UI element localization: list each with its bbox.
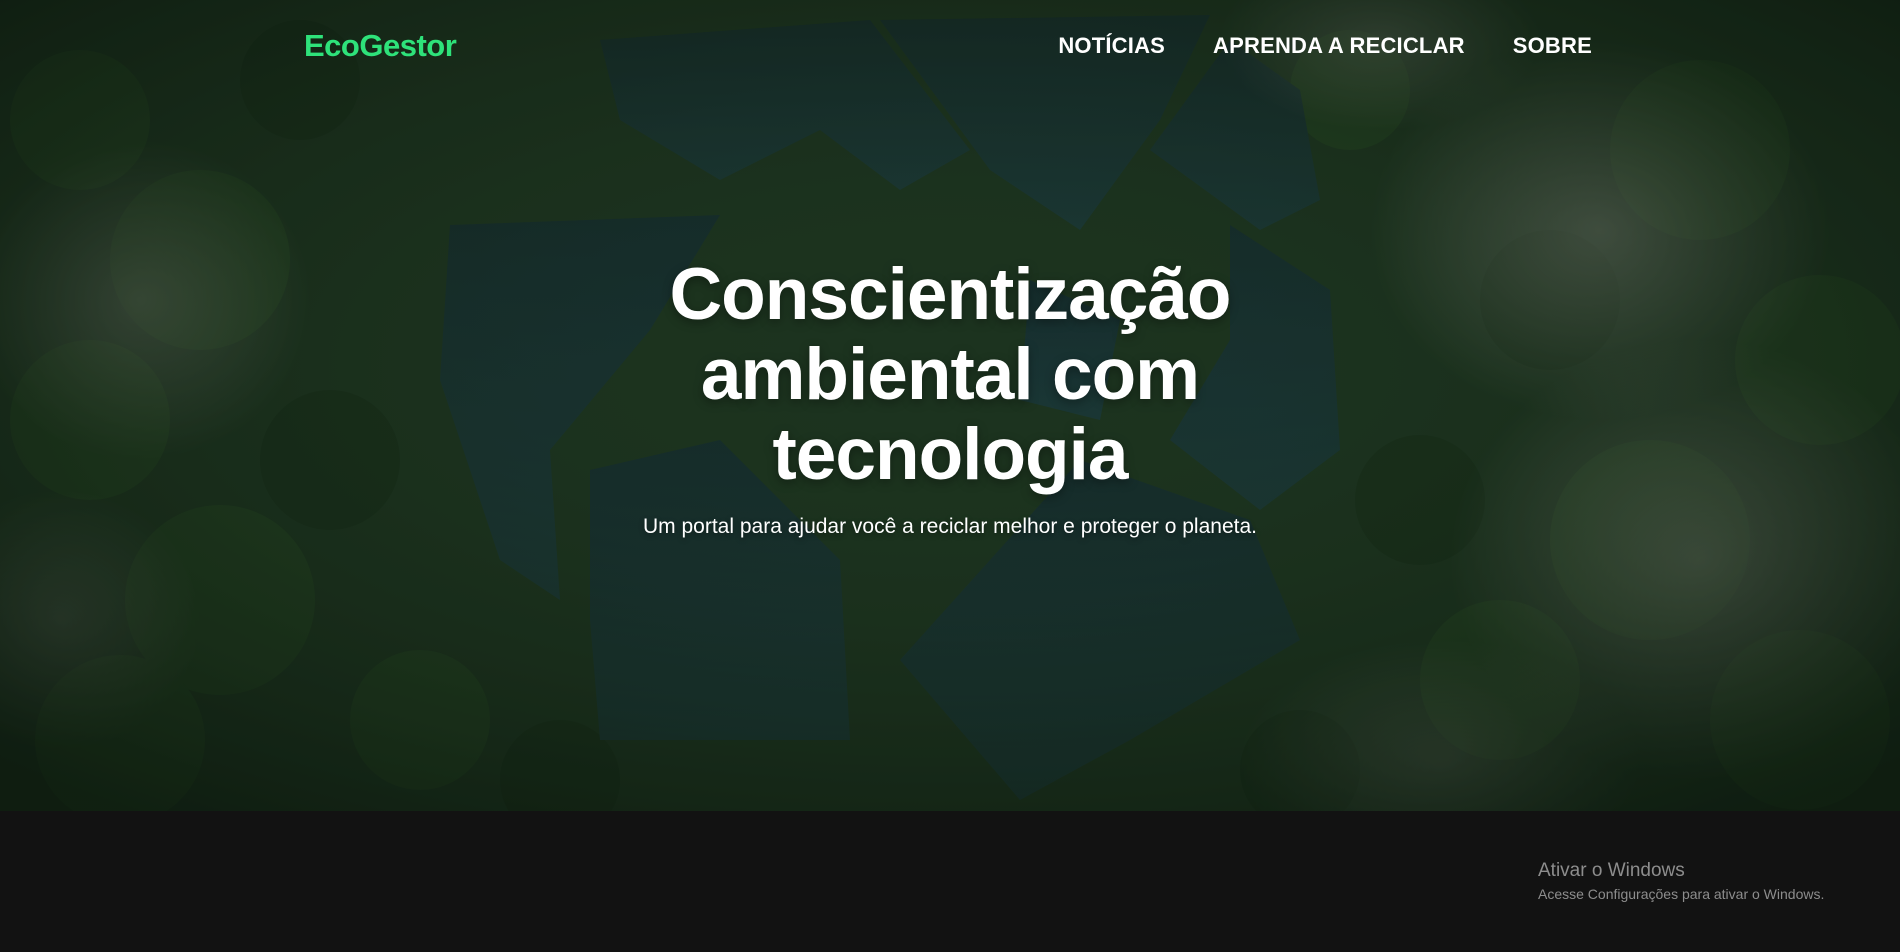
nav-links: NOTÍCIAS APRENDA A RECICLAR SOBRE <box>1058 33 1592 59</box>
watermark-subtitle: Acesse Configurações para ativar o Windo… <box>1538 886 1825 902</box>
hero-section: EcoGestor NOTÍCIAS APRENDA A RECICLAR SO… <box>0 0 1900 811</box>
watermark-title: Ativar o Windows <box>1538 860 1685 881</box>
hero-title-line-2: ambiental com <box>700 334 1200 415</box>
hero-headline: Conscientização ambiental com tecnologia… <box>0 255 1900 539</box>
nav-link-noticias[interactable]: NOTÍCIAS <box>1058 33 1165 59</box>
top-navigation: EcoGestor NOTÍCIAS APRENDA A RECICLAR SO… <box>0 0 1900 90</box>
hero-title-line-3: tecnologia <box>772 414 1128 495</box>
hero-title-line-1: Conscientização <box>669 254 1231 335</box>
windows-activation-watermark: Ativar o Windows Acesse Configurações pa… <box>1538 860 1824 902</box>
nav-link-aprenda-a-reciclar[interactable]: APRENDA A RECICLAR <box>1213 33 1465 59</box>
hero-title: Conscientização ambiental com tecnologia <box>0 255 1900 495</box>
nav-link-sobre[interactable]: SOBRE <box>1513 33 1592 59</box>
hero-subtitle: Um portal para ajudar você a reciclar me… <box>643 515 1257 538</box>
logo-link[interactable]: EcoGestor <box>304 28 457 64</box>
